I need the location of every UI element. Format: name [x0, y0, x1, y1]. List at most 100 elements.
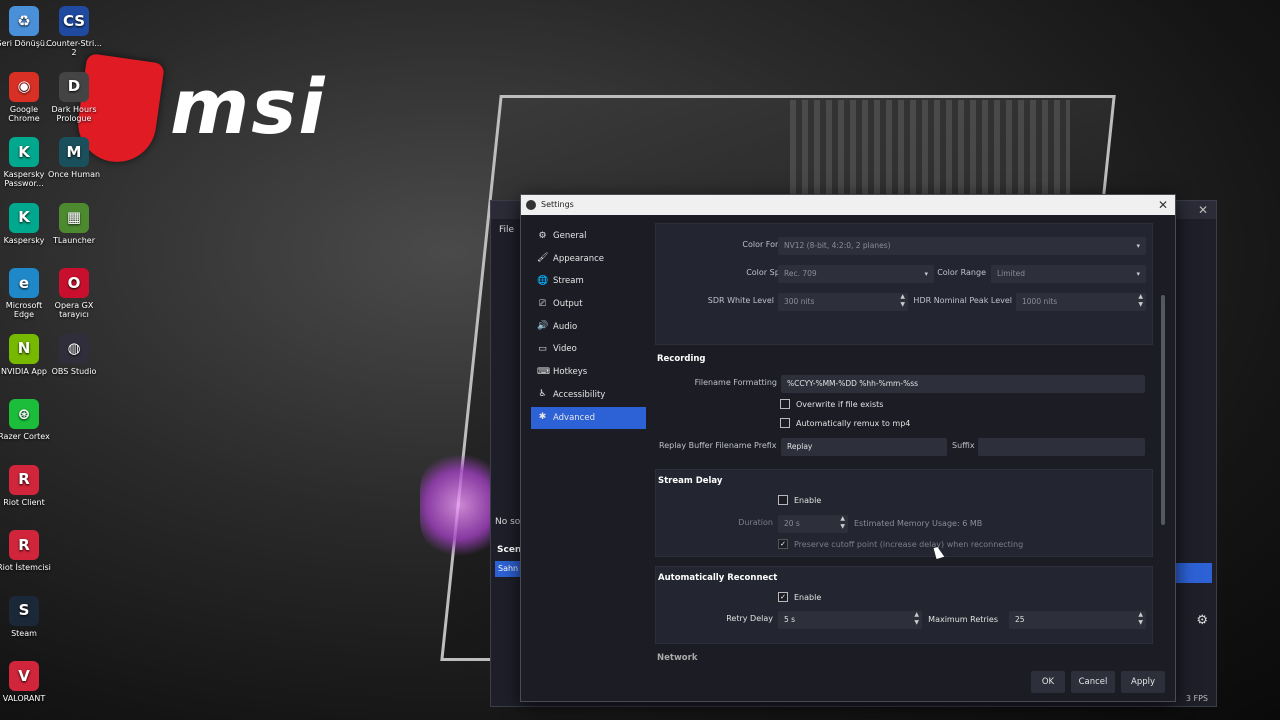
max-retries-value: 25: [1015, 615, 1025, 624]
ok-button[interactable]: OK: [1031, 671, 1065, 693]
remux-label: Automatically remux to mp4: [796, 418, 911, 428]
retry-delay-label: Retry Delay: [726, 614, 773, 623]
once-human-icon: M: [59, 137, 89, 167]
color-format-select[interactable]: NV12 (8-bit, 4:2:0, 2 planes) ▾: [778, 237, 1146, 255]
obs-main-close-icon[interactable]: ✕: [1198, 203, 1208, 217]
checkbox-box[interactable]: ✓: [778, 592, 788, 602]
stream-delay-enable-label: Enable: [794, 495, 822, 505]
hdr-peak-level-value: 1000 nits: [1022, 297, 1058, 306]
nav-item-audio[interactable]: 🔊 Audio: [531, 316, 646, 338]
nav-item-advanced[interactable]: ✱ Advanced: [531, 406, 646, 429]
wallpaper-logo: msi: [170, 62, 327, 151]
max-retries-label: Maximum Retries: [928, 615, 998, 624]
checkbox-box[interactable]: [780, 399, 790, 409]
desktop-shortcut[interactable]: S Steam: [0, 595, 53, 638]
nav-item-label: Advanced: [553, 412, 595, 423]
content-scrollbar[interactable]: [1161, 295, 1165, 525]
desktop-shortcut-label: Dark Hours Prologue: [51, 104, 97, 123]
nav-item-hotkeys[interactable]: ⌨ Hotkeys: [531, 361, 646, 383]
desktop-shortcut[interactable]: CS Counter-Stri... 2: [45, 6, 103, 57]
remux-checkbox[interactable]: Automatically remux to mp4: [780, 418, 910, 428]
nav-item-label: Video: [553, 344, 577, 355]
nav-item-label: Accessibility: [553, 389, 606, 400]
obs-studio-icon: ◍: [59, 333, 89, 364]
settings-close-icon[interactable]: ✕: [1158, 195, 1168, 215]
settings-titlebar: Settings ✕: [521, 195, 1175, 215]
desktop-shortcut[interactable]: R Riot Client: [0, 464, 53, 507]
retry-delay-value: 5 s: [784, 615, 796, 624]
desktop-shortcut[interactable]: D Dark Hours Prologue: [45, 71, 103, 123]
desktop-shortcut[interactable]: ▦ TLauncher: [45, 202, 103, 245]
nav-item-stream[interactable]: 🌐 Stream: [531, 270, 646, 292]
desktop-shortcut-label: Riot İstemcisi: [0, 563, 51, 572]
duration-spinbox[interactable]: 20 s ▲ ▼: [778, 515, 848, 533]
reconnect-card: Automatically Reconnect ✓ Enable Retry D…: [655, 566, 1153, 644]
spin-arrows-icon[interactable]: ▲ ▼: [900, 293, 905, 309]
desktop-shortcut-label: VALORANT: [2, 694, 46, 703]
obs-main-gear-icon[interactable]: ⚙: [1196, 613, 1208, 628]
max-retries-spinbox[interactable]: 25 ▲ ▼: [1009, 611, 1146, 629]
desktop-shortcut-label: Opera GX tarayıcı: [54, 301, 94, 319]
replay-prefix-input[interactable]: Replay: [781, 438, 947, 456]
reconnect-title: Automatically Reconnect: [658, 573, 778, 583]
filename-formatting-input[interactable]: %CCYY-%MM-%DD %hh-%mm-%ss: [781, 375, 1145, 393]
obs-logo-icon: [526, 200, 536, 210]
color-space-select[interactable]: Rec. 709 ▾: [778, 265, 934, 283]
cancel-button[interactable]: Cancel: [1071, 671, 1115, 693]
sdr-white-level-spinbox[interactable]: 300 nits ▲ ▼: [778, 293, 908, 311]
overwrite-checkbox[interactable]: Overwrite if file exists: [780, 399, 883, 409]
checkbox-box[interactable]: [780, 418, 790, 428]
desktop-shortcut[interactable]: ⊛ Razer Cortex: [0, 399, 53, 441]
color-range-select[interactable]: Limited ▾: [991, 265, 1146, 283]
sdr-white-level-value: 300 nits: [784, 297, 815, 306]
wrench-icon: ✱: [538, 412, 547, 422]
nav-item-output[interactable]: ⎚ Output: [531, 293, 646, 315]
preserve-cutoff-label: Preserve cutoff point (increase delay) w…: [794, 539, 1024, 549]
desktop-shortcut-label: Razer Cortex: [0, 432, 50, 441]
spin-arrows-icon[interactable]: ▲ ▼: [1138, 611, 1143, 627]
checkbox-box[interactable]: ✓: [778, 539, 788, 549]
output-icon: ⎚: [538, 298, 547, 309]
wallpaper-motherboard: [790, 100, 1070, 200]
nav-item-appearance[interactable]: 🖌 Appearance: [531, 248, 646, 270]
nav-item-video[interactable]: ▭ Video: [531, 338, 646, 360]
menu-file[interactable]: File: [499, 225, 514, 235]
nav-item-accessibility[interactable]: ♿ Accessibility: [531, 384, 646, 406]
duration-value: 20 s: [784, 519, 800, 528]
spin-arrows-icon[interactable]: ▲ ▼: [1138, 293, 1143, 309]
suffix-input[interactable]: [978, 438, 1145, 456]
color-range-label: Color Range: [937, 268, 986, 277]
riot-istemcisi-icon: R: [9, 530, 39, 560]
stream-delay-title: Stream Delay: [658, 476, 723, 486]
network-section-title: Network: [657, 653, 698, 663]
stream-delay-enable-checkbox[interactable]: Enable: [778, 495, 821, 505]
desktop-shortcut[interactable]: R Riot İstemcisi: [0, 530, 53, 572]
desktop-shortcut[interactable]: M Once Human: [45, 137, 103, 179]
desktop-shortcut-label: Counter-Stri... 2: [46, 39, 102, 57]
overwrite-label: Overwrite if file exists: [796, 399, 884, 409]
desktop-shortcut[interactable]: O Opera GX tarayıcı: [45, 268, 103, 319]
color-space-value: Rec. 709: [784, 269, 817, 278]
hdr-peak-level-spinbox[interactable]: 1000 nits ▲ ▼: [1016, 293, 1146, 311]
desktop-shortcut-label: Steam: [11, 628, 37, 638]
nav-item-general[interactable]: ⚙ General: [531, 225, 646, 247]
desktop-shortcut[interactable]: V VALORANT: [0, 661, 53, 703]
color-format-label: Color Format: [742, 240, 794, 249]
nav-item-label: Output: [553, 299, 583, 310]
apply-button[interactable]: Apply: [1121, 671, 1165, 693]
retry-delay-spinbox[interactable]: 5 s ▲ ▼: [778, 611, 922, 629]
riot-client-icon: R: [9, 464, 39, 495]
estimated-memory-text: Estimated Memory Usage: 6 MB: [854, 519, 983, 528]
desktop-shortcut[interactable]: ◍ OBS Studio: [45, 333, 103, 376]
checkbox-box[interactable]: [778, 495, 788, 505]
nav-item-label: Appearance: [553, 253, 605, 264]
tlauncher-icon: ▦: [59, 202, 89, 233]
obs-main-selected-item[interactable]: [1176, 563, 1212, 583]
preserve-cutoff-checkbox[interactable]: ✓ Preserve cutoff point (increase delay)…: [778, 539, 1023, 549]
reconnect-enable-checkbox[interactable]: ✓ Enable: [778, 592, 821, 602]
counter-strike-icon: CS: [59, 6, 89, 36]
kaspersky-icon: K: [9, 202, 39, 233]
monitor-icon: ▭: [538, 343, 547, 354]
spin-arrows-icon[interactable]: ▲ ▼: [840, 515, 845, 531]
opera-gx-icon: O: [59, 268, 89, 298]
